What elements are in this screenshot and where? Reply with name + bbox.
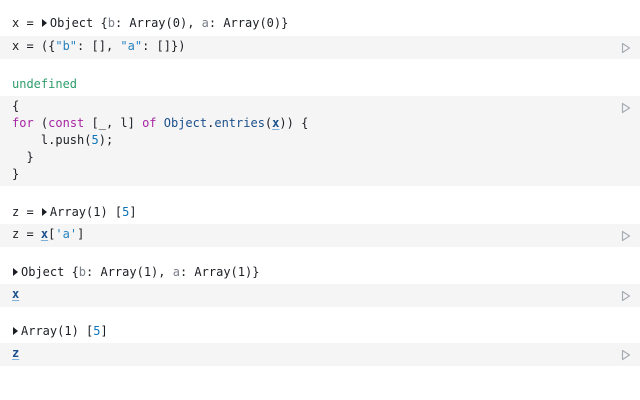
cell-output-undefined: undefined	[12, 77, 78, 91]
expand-triangle-icon[interactable]	[13, 268, 18, 276]
array-summary[interactable]: Array(1) [	[21, 324, 93, 338]
object-value-b: Array(0)	[129, 16, 188, 30]
string-literal: "a"	[120, 39, 143, 53]
object-value-a: Array(1)	[194, 265, 253, 279]
output-variable-label: x =	[12, 16, 41, 30]
object-key-a: a	[172, 265, 180, 279]
code-editor[interactable]: z = x['a']	[12, 226, 84, 243]
run-cell-button[interactable]	[620, 42, 632, 54]
object-close: }	[281, 16, 289, 30]
object-separator: ,	[187, 16, 202, 30]
method-name: entries	[214, 116, 265, 130]
cell-output-x: x = Object {b: Array(0), a: Array(0)}	[12, 16, 289, 30]
expand-triangle-icon[interactable]	[41, 19, 47, 27]
play-icon	[621, 230, 631, 242]
object-value-a: Array(0)	[223, 16, 282, 30]
array-summary[interactable]: Array(1) [	[50, 205, 122, 219]
run-cell-button[interactable]	[620, 230, 632, 242]
object-value-b: Array(1)	[100, 265, 159, 279]
expand-triangle-icon[interactable]	[41, 208, 47, 216]
code-cell-z[interactable]: z = x['a']	[0, 224, 640, 247]
builtin-object: Object	[163, 116, 208, 130]
play-icon	[621, 42, 631, 54]
keyword: for	[12, 116, 34, 130]
cell-output-object: Object {b: Array(1), a: Array(1)}	[12, 264, 259, 280]
cell-output-z: z = Array(1) [5]	[12, 205, 137, 219]
number-literal: 5	[91, 133, 99, 147]
play-icon	[621, 102, 631, 114]
notebook: x = Object {b: Array(0), a: Array(0)} x …	[0, 0, 640, 400]
code-editor[interactable]: x	[12, 286, 19, 303]
code-editor[interactable]: { for (const [_, l] of Object.entries(x)…	[12, 98, 308, 183]
object-summary[interactable]: Object {	[21, 265, 79, 279]
code-cell-x[interactable]: x = ({"b": [], "a": []})	[0, 36, 640, 59]
run-cell-button[interactable]	[620, 102, 632, 114]
run-cell-button[interactable]	[620, 290, 632, 302]
expand-triangle-icon[interactable]	[13, 327, 18, 335]
keyword: of	[142, 116, 157, 130]
play-icon	[621, 290, 631, 302]
code-cell-z-ref[interactable]: z	[0, 343, 640, 366]
keyword: const	[48, 116, 85, 130]
string-literal: 'a'	[55, 227, 78, 241]
cell-output-array: Array(1) [5]	[12, 323, 108, 339]
play-icon	[621, 349, 631, 361]
object-key-b: b	[107, 16, 115, 30]
code-editor[interactable]: z	[12, 345, 19, 362]
object-key-a: a	[201, 16, 209, 30]
variable-reference-z[interactable]: z	[12, 346, 19, 360]
code-editor[interactable]: x = ({"b": [], "a": []})	[12, 38, 185, 55]
code-cell-loop[interactable]: { for (const [_, l] of Object.entries(x)…	[0, 96, 640, 186]
variable-reference-x[interactable]: x	[12, 287, 19, 301]
object-key-b: b	[78, 265, 87, 279]
string-literal: "b"	[55, 39, 78, 53]
object-summary[interactable]: Object {	[50, 16, 108, 30]
run-cell-button[interactable]	[620, 349, 632, 361]
code-cell-x-ref[interactable]: x	[0, 284, 640, 307]
output-variable-label: z =	[12, 205, 41, 219]
